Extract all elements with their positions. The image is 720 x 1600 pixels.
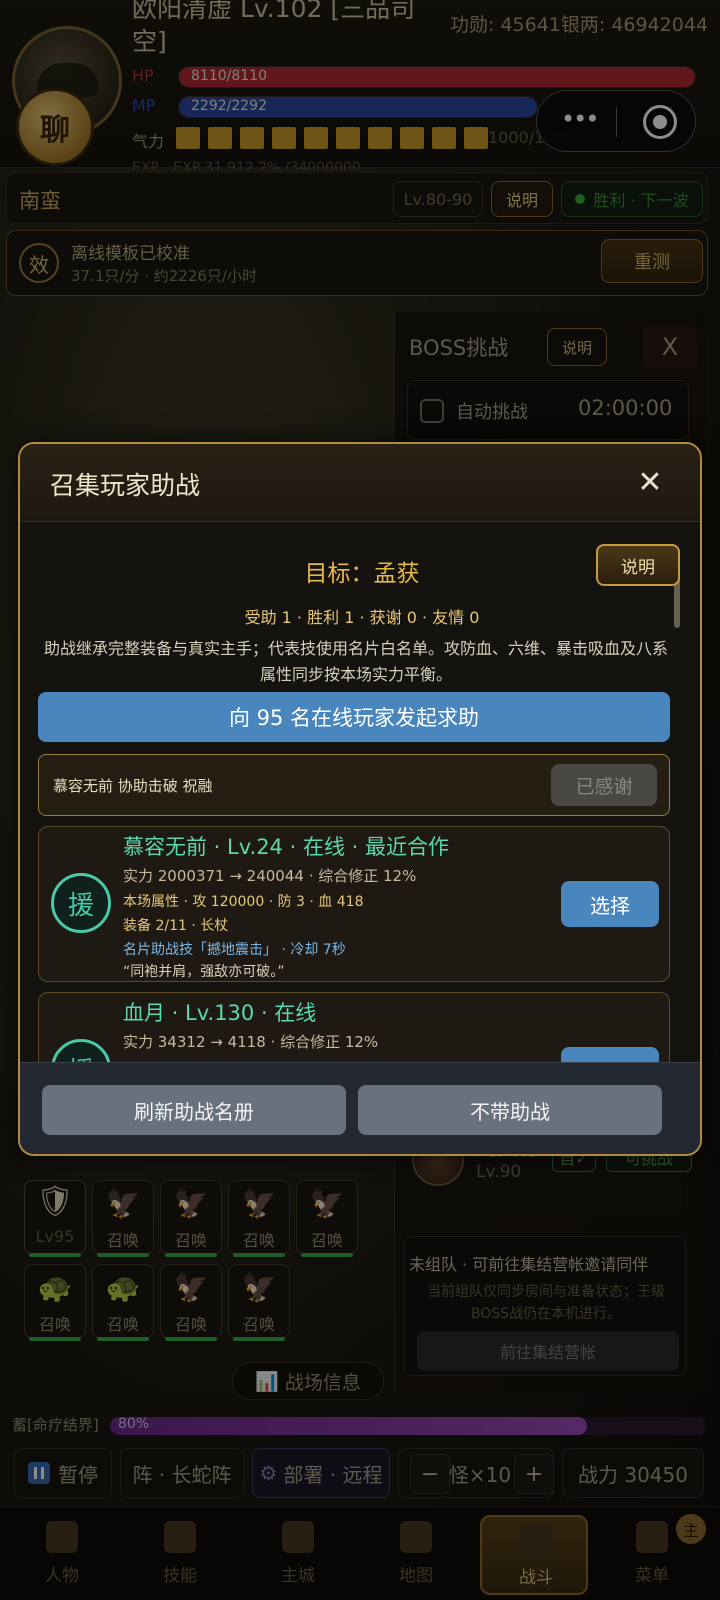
dialog-footer: 刷新助战名册 不带助战 [20,1062,700,1154]
helper-card[interactable]: 援 慕容无前 · Lv.24 · 在线 · 最近合作 实力 2000371 → … [38,826,670,982]
close-icon[interactable]: ✕ [630,462,670,502]
helper-power: 实力 34312 → 4118 · 综合修正 12% [123,1033,379,1051]
no-helper-button[interactable]: 不带助战 [358,1085,662,1135]
helper-attributes: 本场属性 · 攻 120000 · 防 3 · 血 418 [123,894,364,910]
request-help-button[interactable]: 向 95 名在线玩家发起求助 [38,692,670,742]
thanks-message: 慕容无前 协助击破 祝融 [53,777,213,795]
summon-helper-dialog: 召集玩家助战 ✕ 目标：孟获 说明 受助 1 · 胜利 1 · 获谢 0 · 友… [18,442,702,1156]
helper-equipment: 装备 2/11 · 长杖 [123,918,229,934]
helper-card[interactable]: 援 血月 · Lv.130 · 在线 实力 34312 → 4118 · 综合修… [38,992,670,1062]
select-helper-button[interactable]: 选择 [561,1047,659,1062]
help-description: 助战继承完整装备与真实主手；代表技使用名片白名单。攻防血、六维、暴击吸血及八系属… [43,639,668,684]
dialog-scroll-area[interactable]: 目标：孟获 说明 受助 1 · 胜利 1 · 获谢 0 · 友情 0 助战继承完… [20,524,700,1062]
helper-name: 慕容无前 · Lv.24 · 在线 · 最近合作 [123,835,449,859]
refresh-roster-button[interactable]: 刷新助战名册 [42,1085,346,1135]
thanks-row: 慕容无前 协助击破 祝融 已感谢 [38,754,670,816]
dialog-title: 召集玩家助战 [50,471,201,500]
helper-quote: “同袍并肩，强敌亦可破。” [123,964,285,980]
thanked-button[interactable]: 已感谢 [551,764,657,806]
help-stats: 受助 1 · 胜利 1 · 获谢 0 · 友情 0 [244,608,480,627]
assist-badge-icon: 援 [51,873,111,933]
assist-badge-icon: 援 [51,1039,111,1062]
select-helper-button[interactable]: 选择 [561,881,659,927]
helper-name: 血月 · Lv.130 · 在线 [123,1001,317,1025]
dialog-header: 召集玩家助战 ✕ [20,444,700,522]
helper-skill: 名片助战技「撼地震击」 · 冷却 7秒 [123,942,346,958]
helper-power: 实力 2000371 → 240044 · 综合修正 12% [123,867,417,885]
explain-button[interactable]: 说明 [596,544,680,586]
